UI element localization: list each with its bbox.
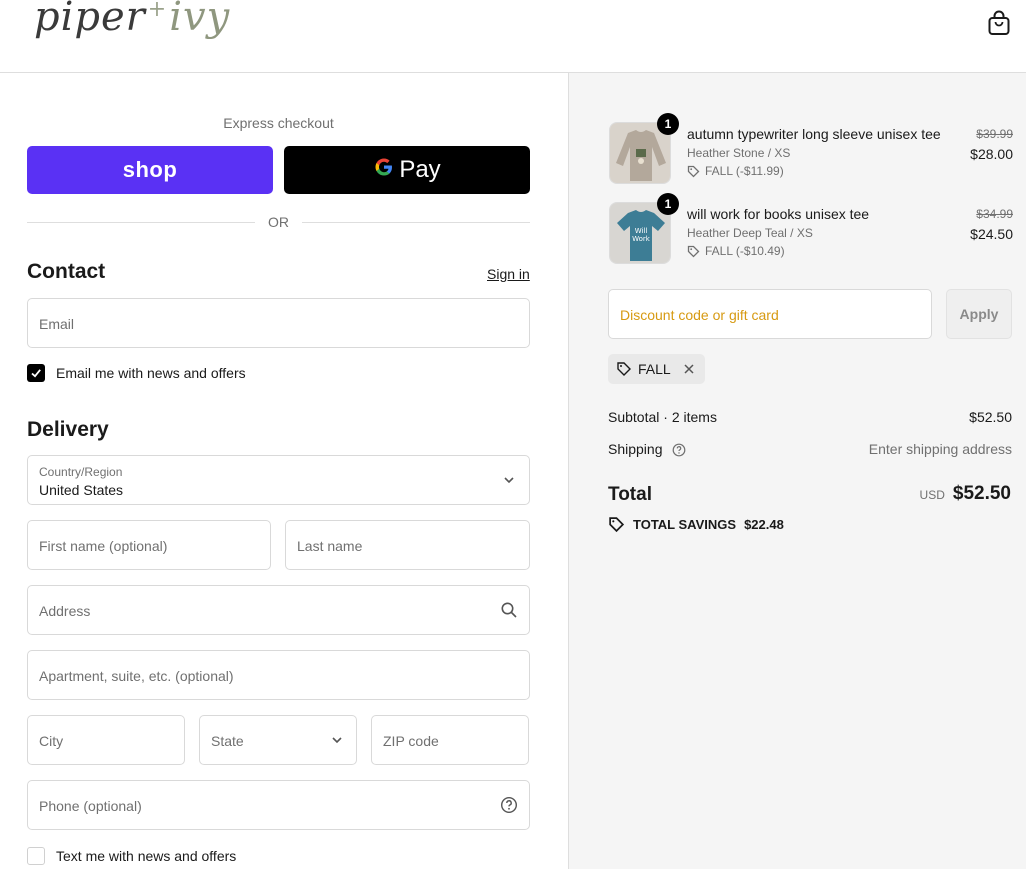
quantity-badge: 1	[657, 193, 679, 215]
subtotal-value: $52.50	[969, 409, 1012, 425]
subtotal-label: Subtotal · 2 items	[608, 409, 717, 425]
shop-pay-button[interactable]: shop	[27, 146, 273, 194]
first-name-placeholder: First name (optional)	[39, 538, 168, 554]
tag-icon	[687, 245, 700, 257]
country-select[interactable]: Country/Region United States	[27, 455, 530, 505]
item-price: $28.00	[970, 146, 1013, 162]
item-title: autumn typewriter long sleeve unisex tee	[687, 126, 941, 142]
line-item: Will Work 1 will work for books unisex t…	[609, 193, 1013, 264]
first-name-field[interactable]: First name (optional)	[27, 520, 271, 570]
apply-discount-button[interactable]: Apply	[946, 289, 1012, 339]
shopping-bag-icon[interactable]	[987, 10, 1011, 36]
tag-icon	[617, 362, 631, 376]
total-value: $52.50	[952, 483, 1011, 504]
sign-in-link[interactable]: Sign in	[487, 266, 530, 282]
total-label: Total	[608, 484, 652, 505]
phone-placeholder: Phone (optional)	[39, 798, 142, 814]
tag-icon	[687, 165, 700, 177]
search-icon	[501, 602, 517, 618]
email-newsletter-option[interactable]: Email me with news and offers	[27, 363, 246, 383]
apartment-field[interactable]: Apartment, suite, etc. (optional)	[27, 650, 530, 700]
country-label: Country/Region	[39, 465, 123, 479]
sms-newsletter-label: Text me with news and offers	[56, 848, 237, 864]
email-newsletter-label: Email me with news and offers	[56, 365, 246, 381]
order-summary: 1 autumn typewriter long sleeve unisex t…	[568, 73, 1026, 869]
logo-text-main: piper	[34, 0, 146, 40]
currency-code: USD	[919, 488, 945, 502]
item-discount-text: FALL (-$11.99)	[705, 164, 784, 178]
applied-discount-code: FALL	[638, 361, 671, 377]
logo-text-second: ivy	[169, 0, 231, 40]
checkout-form: Express checkout shop Pay OR Contact Sig…	[0, 73, 568, 869]
shipping-label: Shipping	[608, 441, 663, 457]
city-placeholder: City	[39, 733, 64, 749]
email-newsletter-checkbox[interactable]	[27, 364, 45, 382]
savings-label: TOTAL SAVINGS	[633, 517, 737, 532]
contact-heading: Contact	[27, 260, 106, 283]
discount-code-placeholder: Discount code or gift card	[620, 307, 779, 323]
delivery-heading: Delivery	[27, 418, 109, 441]
last-name-field[interactable]: Last name	[285, 520, 530, 570]
sms-newsletter-checkbox[interactable]	[27, 847, 45, 865]
help-icon[interactable]	[500, 796, 518, 814]
item-price: $24.50	[970, 226, 1013, 242]
svg-text:Work: Work	[632, 235, 651, 243]
sms-newsletter-option[interactable]: Text me with news and offers	[27, 846, 236, 866]
state-select[interactable]: State	[199, 715, 357, 765]
state-placeholder: State	[211, 733, 244, 749]
chevron-down-icon	[332, 737, 342, 744]
tag-icon	[609, 517, 625, 533]
chevron-down-icon	[504, 477, 514, 484]
item-original-price: $34.99	[976, 207, 1013, 221]
total-savings: TOTAL SAVINGS $22.48	[608, 516, 784, 533]
close-icon[interactable]	[683, 363, 695, 375]
applied-discount-chip: FALL	[608, 354, 705, 384]
apartment-placeholder: Apartment, suite, etc. (optional)	[39, 668, 234, 684]
country-value: United States	[39, 482, 124, 498]
total-amount: USD $52.50	[920, 483, 1011, 505]
item-discount-text: FALL (-$10.49)	[705, 244, 785, 258]
email-field[interactable]: Email	[27, 298, 530, 348]
email-placeholder: Email	[39, 316, 75, 332]
header: piper+ivy	[0, 0, 1026, 73]
google-pay-label: Pay	[399, 156, 441, 183]
item-title: will work for books unisex tee	[687, 206, 870, 222]
svg-text:Will: Will	[635, 227, 648, 235]
or-text: OR	[268, 214, 289, 230]
line-item: 1 autumn typewriter long sleeve unisex t…	[609, 113, 1013, 184]
address-field[interactable]: Address	[27, 585, 530, 635]
savings-value: $22.48	[744, 517, 784, 532]
apply-label: Apply	[959, 306, 999, 322]
last-name-placeholder: Last name	[297, 538, 363, 554]
logo-plus: +	[147, 0, 168, 22]
shop-pay-label: shop	[122, 157, 178, 182]
checkmark-icon	[31, 369, 41, 378]
quantity-badge: 1	[657, 113, 679, 135]
address-placeholder: Address	[39, 603, 91, 619]
store-logo[interactable]: piper+ivy	[34, 0, 230, 40]
shipping-row: Shipping Enter shipping address	[608, 441, 1012, 457]
help-icon[interactable]	[672, 443, 686, 457]
item-variant: Heather Deep Teal / XS	[687, 226, 813, 240]
item-discount: FALL (-$10.49)	[687, 244, 785, 258]
zip-code-field[interactable]: ZIP code	[371, 715, 529, 765]
item-discount: FALL (-$11.99)	[687, 164, 784, 178]
item-variant: Heather Stone / XS	[687, 146, 791, 160]
phone-field[interactable]: Phone (optional)	[27, 780, 530, 830]
express-checkout-label: Express checkout	[223, 115, 334, 131]
google-pay-button[interactable]: Pay	[284, 146, 530, 194]
item-original-price: $39.99	[976, 127, 1013, 141]
zip-code-placeholder: ZIP code	[383, 733, 439, 749]
google-g-icon	[373, 156, 395, 185]
subtotal-row: Subtotal · 2 items $52.50	[608, 409, 1012, 425]
or-divider: OR	[27, 213, 530, 231]
city-field[interactable]: City	[27, 715, 185, 765]
discount-code-field[interactable]: Discount code or gift card	[608, 289, 932, 339]
shipping-value: Enter shipping address	[868, 441, 1012, 457]
